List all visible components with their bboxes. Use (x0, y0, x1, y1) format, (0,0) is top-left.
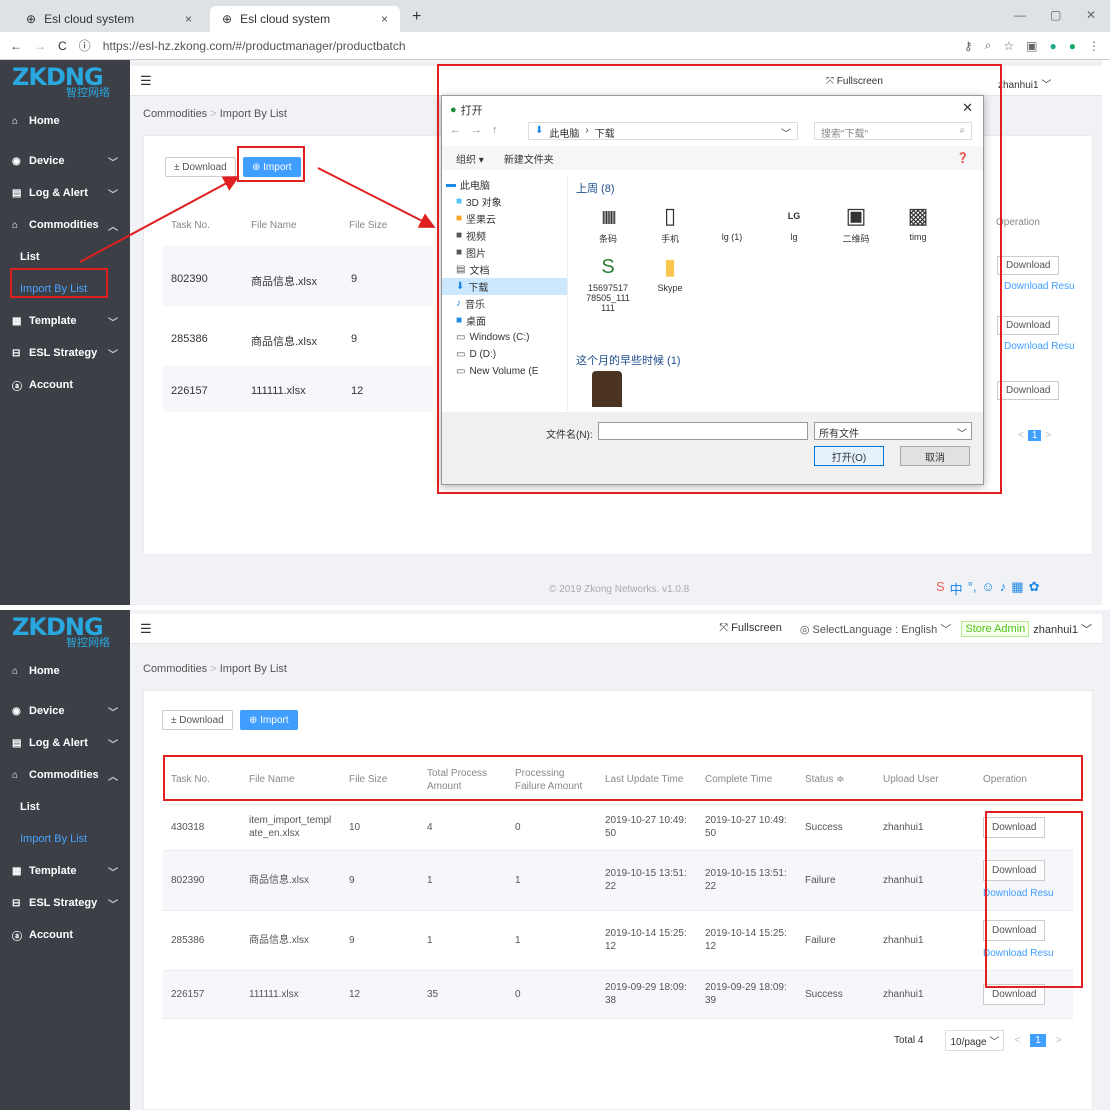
logo: ZKDNG (12, 613, 104, 641)
breadcrumb: Commodities > Import By List (143, 663, 287, 675)
cell-fail: 1 (507, 850, 597, 911)
sidebar-item-esl-strategy[interactable]: ⊟ ESL Strategy ﹀ (0, 887, 130, 919)
cell-update: 2019-10-15 13:51:22 (597, 850, 697, 911)
cell-user: zhanhui1 (875, 850, 975, 911)
cell-size: 10 (341, 804, 419, 851)
cell-fail: 0 (507, 804, 597, 851)
cell-total: 35 (419, 970, 507, 1019)
cell-status: Success (797, 804, 875, 851)
cell-file: item_import_template_en.xlsx (241, 804, 341, 851)
role-badge: Store Admin (961, 620, 1030, 637)
bag-icon: ⌂ (12, 769, 19, 781)
cell-file: 商品信息.xlsx (241, 850, 341, 911)
cell-task: 226157 (163, 970, 241, 1019)
pagination-total: Total 4 (894, 1035, 924, 1046)
cell-file: 111111.xlsx (241, 970, 341, 1019)
sidebar-item-device[interactable]: ◉ Device ﹀ (0, 695, 130, 727)
cell-size: 12 (341, 970, 419, 1019)
page-number-1[interactable]: 1 (1030, 1034, 1046, 1047)
download-template-button[interactable]: ± Download (162, 710, 233, 730)
cell-update: 2019-09-29 18:09:38 (597, 970, 697, 1019)
language-select[interactable]: ◎ SelectLanguage : English ﹀ (800, 621, 951, 637)
cell-status: Failure (797, 910, 875, 971)
cell-fail: 0 (507, 970, 597, 1019)
fullscreen-button[interactable]: ⤧ Fullscreen (719, 622, 782, 635)
cell-size: 9 (341, 910, 419, 971)
table-row: 802390 商品信息.xlsx 9 1 1 2019-10-15 13:51:… (163, 850, 1073, 911)
chevron-down-icon: ﹀ (108, 867, 118, 879)
cell-complete: 2019-10-15 13:51:22 (697, 850, 797, 911)
cell-status: Failure (797, 850, 875, 911)
strategy-icon: ⊟ (12, 897, 21, 909)
menu-toggle-icon[interactable]: ☰ (140, 621, 152, 637)
page-size-select[interactable]: 10/page ﹀ (945, 1030, 1005, 1051)
cell-task: 430318 (163, 804, 241, 851)
cell-status: Success (797, 970, 875, 1019)
cell-user: zhanhui1 (875, 804, 975, 851)
chevron-down-icon: ﹀ (108, 899, 118, 911)
home-icon: ⌂ (12, 665, 19, 677)
cell-complete: 2019-10-14 15:25:12 (697, 910, 797, 971)
device-icon: ◉ (12, 705, 21, 717)
prev-page-button[interactable]: < (1014, 1035, 1020, 1046)
table-row: 285386 商品信息.xlsx 9 1 1 2019-10-14 15:25:… (163, 910, 1073, 971)
chevron-up-icon: ︿ (108, 771, 118, 783)
cell-total: 1 (419, 910, 507, 971)
import-button[interactable]: ⊕ Import (240, 710, 298, 730)
chevron-down-icon: ﹀ (108, 707, 118, 719)
sidebar-item-list[interactable]: List (0, 791, 130, 823)
cell-complete: 2019-09-29 18:09:39 (697, 970, 797, 1019)
cell-update: 2019-10-14 15:25:12 (597, 910, 697, 971)
template-icon: ▦ (12, 865, 22, 877)
highlight-operation-column (985, 811, 1083, 988)
sidebar-item-home[interactable]: ⌂ Home (0, 655, 130, 687)
sidebar-item-commodities[interactable]: ⌂ Commodities ︿ (0, 759, 130, 791)
highlight-table-header (163, 755, 1083, 801)
cell-user: zhanhui1 (875, 970, 975, 1019)
table-row: 430318 item_import_template_en.xlsx 10 4… (163, 804, 1073, 851)
sidebar-item-template[interactable]: ▦ Template ﹀ (0, 855, 130, 887)
cell-task: 285386 (163, 910, 241, 971)
pagination: Total 4 10/page ﹀ < 1 > (894, 1030, 1062, 1051)
cell-user: zhanhui1 (875, 910, 975, 971)
sidebar-item-log-alert[interactable]: ▤ Log & Alert ﹀ (0, 727, 130, 759)
chevron-down-icon: ﹀ (108, 739, 118, 751)
cell-file: 商品信息.xlsx (241, 910, 341, 971)
cell-total: 1 (419, 850, 507, 911)
table-row: 226157 111111.xlsx 12 35 0 2019-09-29 18… (163, 970, 1073, 1019)
cell-fail: 1 (507, 910, 597, 971)
cell-total: 4 (419, 804, 507, 851)
log-icon: ▤ (12, 737, 22, 749)
sidebar: ZKDNG 智控网络 ⌂ Home ◉ Device ﹀ ▤ Log & Alert ﹀ … (0, 610, 130, 1110)
sidebar-item-import-by-list[interactable]: Import By List (0, 823, 130, 855)
cell-size: 9 (341, 850, 419, 911)
cell-update: 2019-10-27 10:49:50 (597, 804, 697, 851)
user-menu[interactable]: zhanhui1 ﹀ (1033, 621, 1092, 637)
account-icon: ⓐ (12, 931, 22, 943)
top-header: ☰ ⤧ Fullscreen ◎ SelectLanguage : Englis… (130, 614, 1102, 644)
annotation-arrows (79, 167, 436, 263)
cell-task: 802390 (163, 850, 241, 911)
sidebar-item-account[interactable]: ⓐ Account (0, 919, 130, 951)
globe-icon: ◎ (799, 623, 813, 636)
fullscreen-icon: ⤧ (719, 622, 732, 634)
cell-complete: 2019-10-27 10:49:50 (697, 804, 797, 851)
next-page-button[interactable]: > (1056, 1035, 1062, 1046)
